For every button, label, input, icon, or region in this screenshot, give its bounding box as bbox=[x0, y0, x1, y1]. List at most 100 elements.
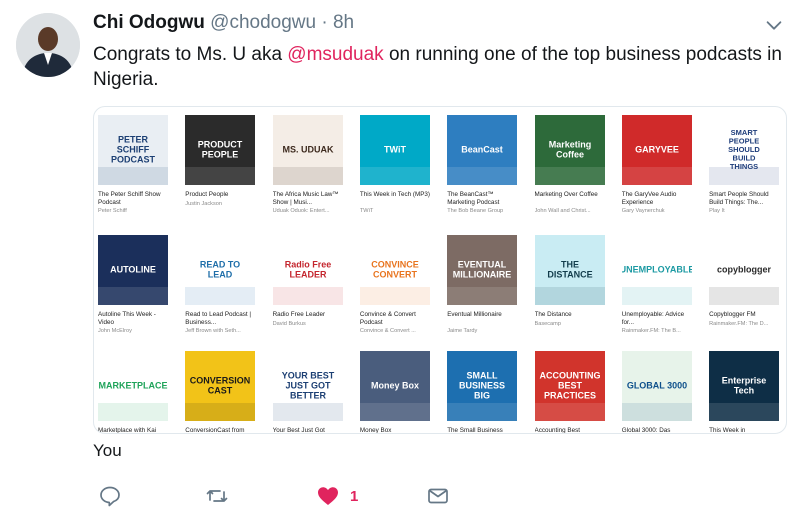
svg-text:BETTER: BETTER bbox=[290, 390, 327, 400]
svg-text:Money Box: Money Box bbox=[371, 380, 419, 390]
podcast-title: Radio Free Leader bbox=[272, 311, 326, 318]
author-avatar[interactable] bbox=[16, 13, 80, 77]
podcast-cover-art: SMALL BUSINESS BIG bbox=[447, 351, 518, 421]
podcast-title: Eventual Millionaire bbox=[447, 311, 502, 318]
podcast-tile[interactable]: BeanCast The BeanCast™ Marketing Podcast T… bbox=[447, 115, 518, 225]
podcast-grid: PETER SCHIFF PODCAST The Peter Schiff Show … bbox=[94, 107, 786, 433]
svg-text:LEADER: LEADER bbox=[289, 269, 327, 279]
retweet-icon bbox=[206, 490, 228, 502]
svg-text:PODCAST: PODCAST bbox=[111, 154, 156, 164]
podcast-cover-art: AUTOLINE bbox=[98, 235, 168, 305]
podcast-grid-image[interactable]: PETER SCHIFF PODCAST The Peter Schiff Show … bbox=[93, 106, 787, 434]
podcast-tile[interactable]: PRODUCT PEOPLE Product People Justin Jackso… bbox=[185, 115, 256, 225]
svg-text:CONVINCE: CONVINCE bbox=[371, 259, 419, 269]
svg-text:PRODUCT: PRODUCT bbox=[198, 139, 243, 149]
podcast-tile[interactable]: ACCOUNTING BEST PRACTICES Accounting Best bbox=[534, 351, 605, 433]
podcast-author: Jeff Brown with Seth... bbox=[185, 328, 241, 334]
podcast-tile[interactable]: MS. UDUAK The Africa Music Law™ Show | Mu… bbox=[272, 115, 343, 225]
podcast-cover-art: Money Box bbox=[359, 351, 430, 421]
podcast-title: The Distance bbox=[534, 311, 572, 318]
direct-message-button[interactable] bbox=[426, 480, 450, 512]
svg-text:THE: THE bbox=[561, 259, 579, 269]
podcast-tile[interactable]: TWiT This Week in Tech (MP3) TWiT bbox=[359, 115, 430, 225]
chevron-down-icon[interactable] bbox=[763, 14, 785, 36]
podcast-title: Copyblogger FM bbox=[709, 311, 756, 318]
svg-text:JUST GOT: JUST GOT bbox=[285, 380, 331, 390]
podcast-tile[interactable]: copyblogger Copyblogger FM Rainmaker.FM: T… bbox=[709, 235, 780, 345]
podcast-tile[interactable]: CONVINCE CONVERT Convince & Convert Podcas… bbox=[359, 235, 430, 345]
reply-icon bbox=[100, 486, 120, 507]
podcast-title: The GaryVee Audio Experience bbox=[621, 191, 677, 206]
podcast-tile[interactable]: GLOBAL 3000 Global 3000: Das bbox=[621, 351, 692, 433]
svg-text:CONVERSION: CONVERSION bbox=[190, 375, 251, 385]
tweet-timestamp[interactable]: 8h bbox=[333, 12, 354, 33]
envelope-icon bbox=[428, 488, 448, 504]
retweet-button[interactable] bbox=[205, 480, 229, 512]
podcast-author: Rainmaker.FM: The D... bbox=[709, 321, 769, 327]
podcast-title: Smart People Should Build Things: The... bbox=[709, 191, 769, 206]
podcast-tile[interactable]: Radio Free LEADER Radio Free Leader David B… bbox=[272, 235, 343, 345]
svg-text:CONVERT: CONVERT bbox=[373, 269, 418, 279]
podcast-cover-art: MARKETPLACE bbox=[98, 351, 168, 421]
svg-text:Enterprise: Enterprise bbox=[722, 375, 767, 385]
podcast-tile[interactable]: GARYVEE The GaryVee Audio Experience Gary … bbox=[621, 115, 692, 225]
podcast-cover-art: TWiT bbox=[359, 115, 430, 185]
podcast-title: Marketplace with Kai bbox=[98, 427, 157, 434]
svg-text:PEOPLE: PEOPLE bbox=[202, 149, 239, 159]
podcast-tile[interactable]: MARKETPLACE Marketplace with Kai bbox=[98, 351, 168, 434]
author-name[interactable]: Chi Odogwu bbox=[93, 12, 205, 33]
podcast-tile[interactable]: EVENTUAL MILLIONAIRE Eventual Millionaire J… bbox=[447, 235, 518, 345]
svg-text:SMALL: SMALL bbox=[467, 370, 498, 380]
podcast-tile[interactable]: CONVERSION CAST ConversionCast from bbox=[185, 351, 256, 434]
podcast-tile[interactable]: Enterprise Tech This Week in bbox=[709, 351, 780, 433]
podcast-cover-art: PRODUCT PEOPLE bbox=[185, 115, 256, 185]
svg-text:BeanCast: BeanCast bbox=[461, 144, 503, 154]
svg-text:Tech: Tech bbox=[734, 385, 754, 395]
svg-text:copyblogger: copyblogger bbox=[717, 264, 772, 274]
podcast-cover-art: YOUR BEST JUST GOT BETTER bbox=[272, 351, 343, 421]
mention-link[interactable]: @msuduak bbox=[287, 44, 383, 65]
svg-text:MILLIONAIRE: MILLIONAIRE bbox=[453, 269, 512, 279]
podcast-tile[interactable]: Marketing Coffee Marketing Over Coffee John… bbox=[534, 115, 605, 225]
podcast-title: Product People bbox=[185, 191, 229, 198]
podcast-tile[interactable]: READ TO LEAD Read to Lead Podcast | Busine… bbox=[185, 235, 256, 345]
podcast-cover-art: BeanCast bbox=[447, 115, 518, 185]
svg-text:SCHIFF: SCHIFF bbox=[117, 144, 150, 154]
podcast-title: Read to Lead Podcast | Business... bbox=[185, 311, 251, 326]
podcast-author: Basecamp bbox=[534, 321, 561, 327]
podcast-cover-art: GLOBAL 3000 bbox=[621, 351, 692, 421]
podcast-tile[interactable]: Money Box Money Box bbox=[359, 351, 430, 433]
podcast-author: TWiT bbox=[359, 208, 374, 214]
podcast-tile[interactable]: AUTOLINE Autoline This Week - Video John M… bbox=[98, 235, 168, 345]
svg-text:MS. UDUAK: MS. UDUAK bbox=[282, 144, 333, 154]
podcast-tile[interactable]: SMART PEOPLE SHOULD BUILD THINGS Smart People… bbox=[709, 115, 780, 225]
svg-text:GLOBAL 3000: GLOBAL 3000 bbox=[627, 380, 687, 390]
svg-text:Coffee: Coffee bbox=[555, 149, 583, 159]
podcast-title: This Week in Tech (MP3) bbox=[359, 191, 430, 198]
podcast-cover-art: SMART PEOPLE SHOULD BUILD THINGS bbox=[709, 115, 780, 185]
podcast-cover-art: UNEMPLOYABLE bbox=[621, 235, 692, 305]
svg-text:PRACTICES: PRACTICES bbox=[543, 390, 595, 400]
like-button[interactable]: 1 bbox=[316, 480, 358, 512]
tweet-text: Congrats to Ms. U aka @msuduak on runnin… bbox=[93, 42, 783, 92]
podcast-title: ConversionCast from bbox=[185, 427, 245, 434]
podcast-author: The Bob Beane Group bbox=[447, 208, 504, 214]
podcast-tile[interactable]: PETER SCHIFF PODCAST The Peter Schiff Show … bbox=[98, 115, 168, 225]
author-handle[interactable]: @chodogwu bbox=[210, 12, 316, 33]
podcast-author: Justin Jackson bbox=[185, 201, 222, 207]
svg-text:UNEMPLOYABLE: UNEMPLOYABLE bbox=[622, 264, 692, 274]
like-count: 1 bbox=[350, 487, 359, 505]
podcast-cover-art: PETER SCHIFF PODCAST bbox=[98, 115, 168, 185]
heart-icon bbox=[318, 487, 338, 505]
podcast-tile[interactable]: UNEMPLOYABLE Unemployable: Advice for... R… bbox=[621, 235, 692, 345]
podcast-author: Gary Vaynerchuk bbox=[621, 208, 665, 214]
podcast-author: Convince & Convert ... bbox=[359, 328, 416, 334]
reply-button[interactable] bbox=[98, 480, 122, 512]
svg-text:PETER: PETER bbox=[118, 134, 149, 144]
podcast-tile[interactable]: SMALL BUSINESS BIG The Small Business bbox=[447, 351, 518, 433]
svg-text:GARYVEE: GARYVEE bbox=[635, 144, 679, 154]
podcast-tile[interactable]: THE DISTANCE The Distance Basecamp bbox=[534, 235, 605, 345]
svg-text:BUSINESS: BUSINESS bbox=[459, 380, 505, 390]
podcast-tile[interactable]: YOUR BEST JUST GOT BETTER Your Best Just Go… bbox=[272, 351, 343, 433]
podcast-cover-art: Marketing Coffee bbox=[534, 115, 605, 185]
